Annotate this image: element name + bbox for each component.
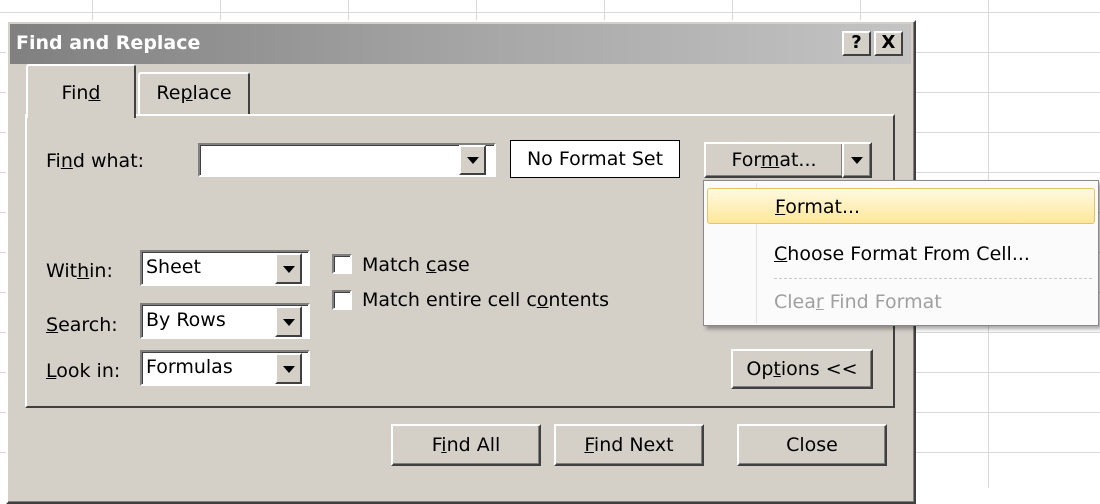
format-preview: No Format Set (510, 140, 680, 178)
chevron-down-icon (851, 157, 863, 164)
find-what-input[interactable] (198, 143, 496, 177)
search-dropdown[interactable] (275, 306, 302, 337)
match-case-label[interactable]: Match case (362, 254, 470, 276)
format-dropdown-menu: Format... Choose Format From Cell... Cle… (703, 180, 1099, 326)
chevron-down-icon (282, 365, 295, 373)
find-all-button[interactable]: Find All (391, 424, 541, 466)
find-what-dropdown[interactable] (459, 145, 486, 175)
tab-find[interactable]: Find (26, 64, 136, 118)
format-split-dropdown[interactable] (842, 142, 872, 178)
close-button[interactable]: Close (737, 424, 887, 466)
menu-separator (774, 278, 1092, 279)
match-case-checkbox[interactable] (332, 254, 352, 274)
close-x-button[interactable]: X (874, 31, 903, 56)
options-button[interactable]: Options << (731, 349, 873, 389)
chevron-down-icon (466, 157, 479, 164)
chevron-down-icon (282, 265, 295, 273)
chevron-down-icon (282, 318, 295, 326)
grid-line (0, 12, 1100, 13)
menu-item-choose-format-from-cell[interactable]: Choose Format From Cell... (707, 236, 1095, 272)
search-label: Search: (46, 314, 118, 336)
dialog-titlebar[interactable]: Find and Replace ? X (10, 24, 911, 64)
help-button[interactable]: ? (842, 31, 871, 56)
menu-item-clear-find-format: Clear Find Format (774, 291, 942, 313)
find-next-button[interactable]: Find Next (554, 424, 704, 466)
look-in-label: Look in: (46, 360, 121, 382)
match-entire-cell-label[interactable]: Match entire cell contents (362, 289, 609, 311)
format-button[interactable]: Format... (704, 142, 844, 178)
match-entire-cell-checkbox[interactable] (332, 290, 352, 310)
look-in-dropdown[interactable] (275, 353, 302, 384)
dialog-title: Find and Replace (16, 32, 201, 54)
menu-item-format[interactable]: Format... (707, 188, 1095, 224)
tab-replace[interactable]: Replace (138, 72, 250, 116)
within-label: Within: (46, 260, 113, 282)
find-what-label: Find what: (46, 150, 145, 172)
within-dropdown[interactable] (275, 253, 302, 284)
